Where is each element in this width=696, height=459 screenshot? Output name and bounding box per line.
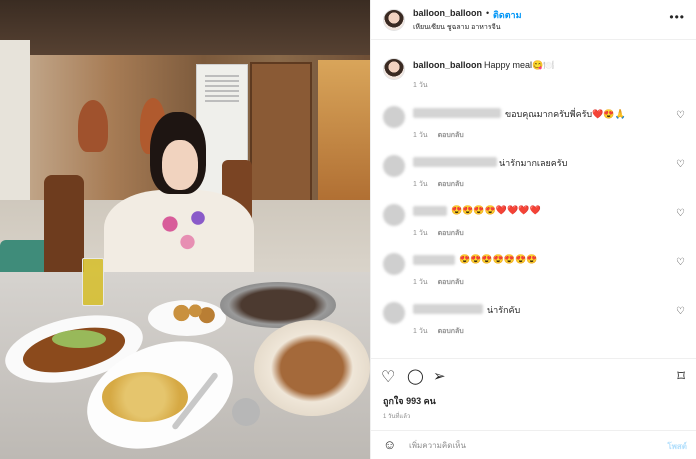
list-item: น่ารักมากเลยครับ 1 วัน ตอบกลับ ♡ — [371, 153, 696, 199]
comment-meta: 1 วัน ตอบกลับ — [413, 130, 464, 141]
list-item: ขอบคุณมากครับพี่ครับ❤️😍🙏 1 วัน ตอบกลับ ♡ — [371, 104, 696, 150]
photo-fried-balls — [170, 302, 216, 324]
like-heart-icon[interactable]: ♡ — [381, 367, 395, 387]
photo-shaker — [232, 398, 260, 426]
blurred-username — [413, 108, 501, 118]
post-timestamp: 1 วันที่แล้ว — [383, 414, 411, 420]
share-paper-plane-icon[interactable]: ➢ — [433, 367, 446, 385]
heart-icon[interactable]: ♡ — [676, 110, 685, 121]
post-header: balloon_balloon • ติดตาม เหียนเซียน ชูฉล… — [371, 0, 696, 40]
photo-plant — [78, 100, 108, 152]
emoji-smiley-icon[interactable]: ☺ — [383, 437, 396, 452]
photo-ceiling — [0, 0, 370, 62]
list-item: 😍😍😍😍❤️❤️❤️❤️ 1 วัน ตอบกลับ ♡ — [371, 202, 696, 248]
avatar[interactable] — [383, 302, 405, 324]
photo-window — [0, 40, 30, 200]
comment-meta: 1 วัน ตอบกลับ — [413, 326, 464, 337]
avatar[interactable] — [383, 204, 405, 226]
caption-time: 1 วัน — [413, 82, 428, 89]
blurred-username — [413, 255, 455, 265]
post-photo[interactable] — [0, 0, 370, 459]
post-actions: ♡ ◯ ➢ ⌑ ถูกใจ 993 คน 1 วันที่แล้ว — [371, 358, 696, 438]
photo-soup-bowl — [254, 320, 370, 416]
likes-count[interactable]: ถูกใจ 993 คน — [383, 394, 436, 408]
avatar[interactable] — [383, 58, 405, 80]
photo-chair — [44, 175, 84, 275]
post-location[interactable]: เหียนเซียน ชูฉลาม อาหารจีน — [413, 22, 501, 33]
comment-time: 1 วัน — [413, 181, 428, 188]
comment-time: 1 วัน — [413, 279, 428, 286]
comment-time: 1 วัน — [413, 230, 428, 237]
blurred-username — [413, 206, 447, 216]
comment-text: น่ารักมากเลยครับ — [499, 158, 568, 168]
list-item: 😍😍😍😍😍😍😍 1 วัน ตอบกลับ ♡ — [371, 251, 696, 297]
caption-text: Happy meal😋🍽️ — [484, 60, 555, 70]
comment-text: 😍😍😍😍❤️❤️❤️❤️ — [451, 205, 541, 215]
post-comment-button[interactable]: โพสต์ — [667, 440, 687, 453]
avatar[interactable] — [383, 106, 405, 128]
photo-person-face — [162, 140, 198, 190]
heart-icon[interactable]: ♡ — [676, 306, 685, 317]
comment-meta: 1 วัน ตอบกลับ — [413, 277, 464, 288]
heart-icon[interactable]: ♡ — [676, 208, 685, 219]
post-caption: balloon_balloon Happy meal😋🍽️ 1 วัน — [371, 50, 696, 94]
reply-button[interactable]: ตอบกลับ — [438, 181, 464, 188]
blurred-username — [413, 157, 497, 167]
blurred-username — [413, 304, 483, 314]
avatar[interactable] — [383, 9, 405, 31]
avatar[interactable] — [383, 155, 405, 177]
reply-button[interactable]: ตอบกลับ — [438, 230, 464, 237]
post-author-username[interactable]: balloon_balloon — [413, 8, 482, 18]
photo-person-body — [104, 190, 254, 285]
comment-meta: 1 วัน ตอบกลับ — [413, 179, 464, 190]
ellipsis-icon[interactable]: ••• — [669, 10, 685, 24]
follow-button[interactable]: ติดตาม — [493, 8, 522, 22]
comment-time: 1 วัน — [413, 132, 428, 139]
comment-text: ขอบคุณมากครับพี่ครับ❤️😍🙏 — [505, 109, 626, 119]
heart-icon[interactable]: ♡ — [676, 257, 685, 268]
reply-button[interactable]: ตอบกลับ — [438, 328, 464, 335]
comment-text: น่ารักคับ — [487, 305, 521, 315]
avatar[interactable] — [383, 253, 405, 275]
comment-text: 😍😍😍😍😍😍😍 — [459, 254, 538, 264]
post-side-panel: balloon_balloon • ติดตาม เหียนเซียน ชูฉล… — [370, 0, 696, 459]
comment-bubble-icon[interactable]: ◯ — [407, 367, 424, 385]
add-comment-bar: ☺ โพสต์ — [371, 430, 696, 459]
comment-meta: 1 วัน ตอบกลับ — [413, 228, 464, 239]
heart-icon[interactable]: ♡ — [676, 159, 685, 170]
comment-time: 1 วัน — [413, 328, 428, 335]
photo-fried-rice — [102, 372, 188, 422]
photo-drink-glass — [82, 258, 104, 306]
photo-greens — [52, 330, 106, 348]
reply-button[interactable]: ตอบกลับ — [438, 279, 464, 286]
list-item: น่ารักคับ 1 วัน ตอบกลับ ♡ — [371, 300, 696, 346]
bookmark-icon[interactable]: ⌑ — [677, 367, 685, 385]
caption-username[interactable]: balloon_balloon — [413, 60, 482, 70]
reply-button[interactable]: ตอบกลับ — [438, 132, 464, 139]
separator-dot: • — [486, 8, 490, 18]
photo-door — [250, 62, 312, 202]
comment-input[interactable] — [409, 436, 649, 454]
